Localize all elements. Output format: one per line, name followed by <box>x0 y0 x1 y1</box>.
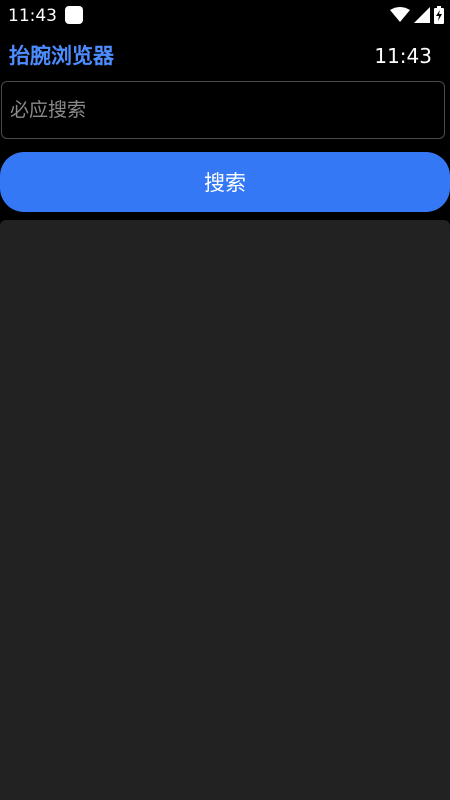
header-clock: 11:43 <box>374 44 432 68</box>
search-input[interactable] <box>1 81 445 139</box>
status-bar: 11:43 <box>0 0 450 32</box>
status-icons <box>390 6 444 24</box>
status-time: 11:43 <box>8 6 57 26</box>
search-button[interactable]: 搜索 <box>0 152 450 212</box>
battery-charging-icon <box>434 6 444 24</box>
cellular-signal-icon <box>414 7 430 23</box>
results-panel <box>0 220 450 800</box>
app-title: 抬腕浏览器 <box>9 44 114 68</box>
wifi-icon <box>390 7 410 22</box>
app-header: 抬腕浏览器 11:43 <box>0 36 450 76</box>
app-notification-icon <box>65 6 83 24</box>
